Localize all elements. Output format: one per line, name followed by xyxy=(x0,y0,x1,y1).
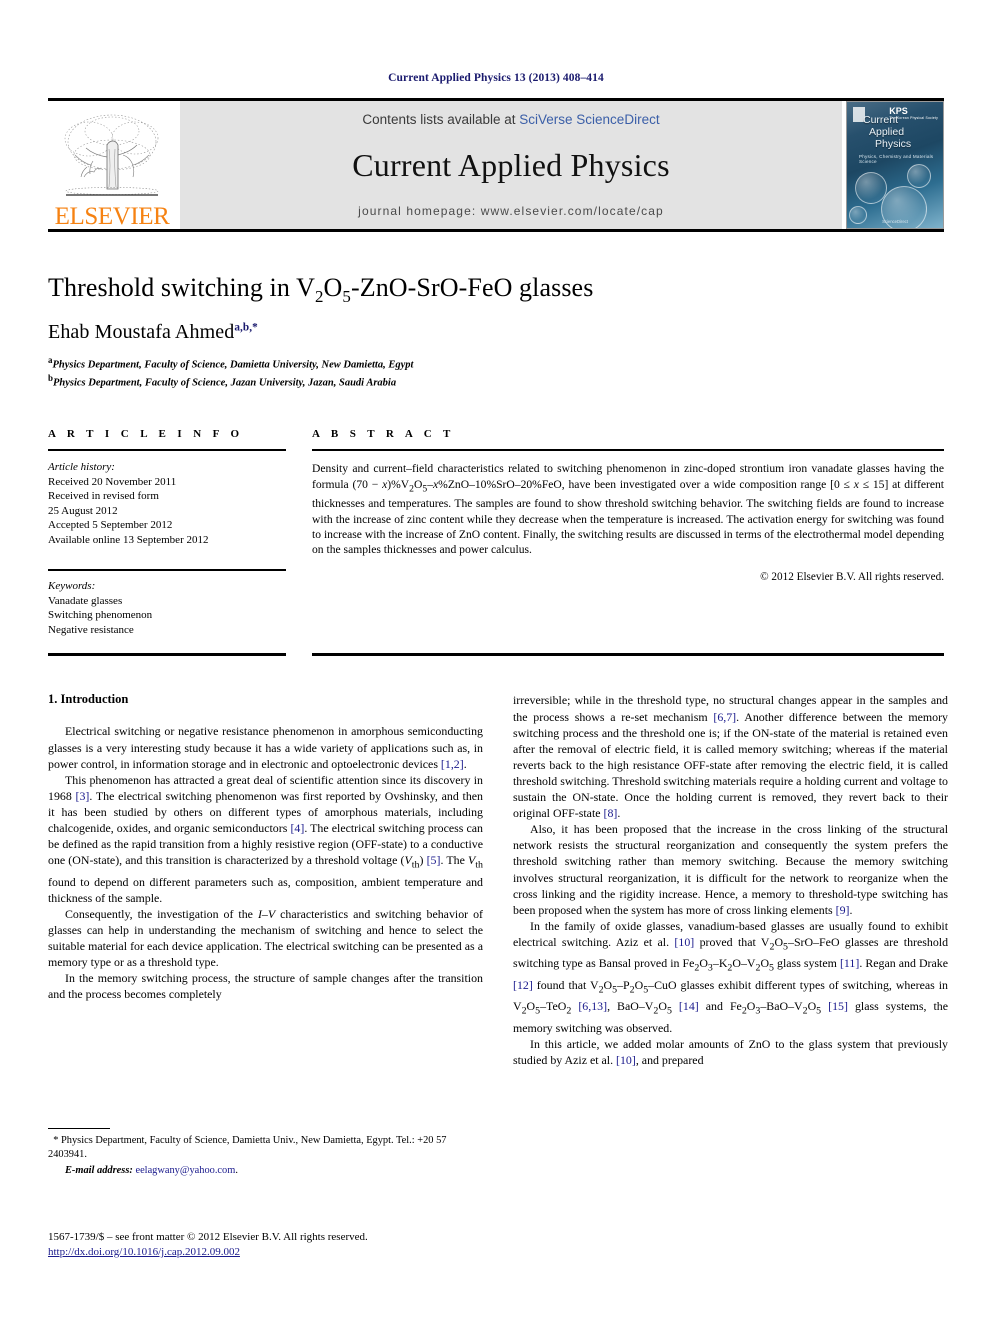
history-item: Received in revised form xyxy=(48,490,159,503)
keyword-item: Vanadate glasses xyxy=(48,594,123,607)
divider-right xyxy=(312,653,944,657)
citation-ref[interactable]: [6,13] xyxy=(578,999,607,1013)
paper-page: Current Applied Physics 13 (2013) 408–41… xyxy=(0,0,992,1323)
email-address-link[interactable]: eelagwany@yahoo.com xyxy=(135,1165,235,1176)
history-item: Accepted 5 September 2012 xyxy=(48,519,173,532)
article-info-column: A R T I C L E I N F O Article history: R… xyxy=(48,428,286,637)
elsevier-wordmark: ELSEVIER xyxy=(54,203,170,230)
footnote-text: * Physics Department, Faculty of Science… xyxy=(48,1135,447,1160)
keywords-label: Keywords: xyxy=(48,580,96,593)
citation-ref[interactable]: [10] xyxy=(616,1053,636,1067)
history-item: Received 20 November 2011 xyxy=(48,475,177,488)
cover-footer: ScienceDirect xyxy=(882,219,908,224)
corresponding-author-marker: * xyxy=(252,321,258,334)
paragraph: In this article, we added molar amounts … xyxy=(513,1036,948,1067)
elsevier-logo: ELSEVIER xyxy=(48,101,176,229)
paragraph: In the family of oxide glasses, vanadium… xyxy=(513,918,949,1035)
author-name: Ehab Moustafa Ahmed xyxy=(48,321,235,344)
article-history-label: Article history: xyxy=(48,461,115,474)
citation-ref[interactable]: [8] xyxy=(604,806,618,820)
body-columns: 1. Introduction Electrical switching or … xyxy=(48,692,948,1068)
article-info-rule xyxy=(48,449,286,452)
journal-homepage-link[interactable]: journal homepage: www.elsevier.com/locat… xyxy=(358,204,664,218)
doi-link[interactable]: http://dx.doi.org/10.1016/j.cap.2012.09.… xyxy=(48,1246,240,1258)
sciencedirect-link[interactable]: SciVerse ScienceDirect xyxy=(519,112,659,127)
history-item: 25 August 2012 xyxy=(48,504,118,517)
citation-ref[interactable]: [12] xyxy=(513,978,533,992)
body-column-right: irreversible; while in the threshold typ… xyxy=(513,692,948,1068)
keywords-rule xyxy=(48,569,286,572)
citation-ref[interactable]: [5] xyxy=(427,853,441,867)
cover-subtitle: Physics, Chemistry and Materials Science xyxy=(859,154,934,164)
footnote-rule xyxy=(48,1128,110,1129)
divider-left xyxy=(48,653,286,657)
corresponding-author-footnote: * Physics Department, Faculty of Science… xyxy=(48,1128,483,1178)
citation-ref[interactable]: [6,7] xyxy=(713,710,736,724)
citation-ref[interactable]: [10] xyxy=(674,935,694,949)
journal-masthead: ELSEVIER Contents lists available at Sci… xyxy=(48,98,944,229)
article-info-heading: A R T I C L E I N F O xyxy=(48,428,244,441)
paragraph: In the memory switching process, the str… xyxy=(48,971,483,1002)
page-title: Threshold switching in V2O5-ZnO-SrO-FeO … xyxy=(48,273,594,307)
issn-line: 1567-1739/$ – see front matter © 2012 El… xyxy=(48,1231,368,1243)
contents-prefix: Contents lists available at xyxy=(362,112,520,127)
abstract-rule xyxy=(312,449,944,452)
history-item: Available online 13 September 2012 xyxy=(48,533,209,546)
masthead-bottom-rule xyxy=(48,229,944,232)
cover-title: Current Applied Physics xyxy=(863,114,912,150)
section-divider-row xyxy=(48,653,944,657)
citation-ref[interactable]: [4] xyxy=(290,821,304,835)
info-abstract-row: A R T I C L E I N F O Article history: R… xyxy=(48,428,944,637)
paragraph: Electrical switching or negative resista… xyxy=(48,724,483,771)
affiliation-item: aPhysics Department, Faculty of Science,… xyxy=(48,355,414,371)
citation-ref[interactable]: [9] xyxy=(836,903,850,917)
elsevier-tree-icon xyxy=(64,114,159,196)
cover-bubble-icon xyxy=(907,164,931,188)
paragraph: Also, it has been proposed that the incr… xyxy=(513,822,948,917)
section-heading-introduction: 1. Introduction xyxy=(48,692,129,707)
paragraph: irreversible; while in the threshold typ… xyxy=(513,693,948,821)
citation-ref[interactable]: [3] xyxy=(76,789,90,803)
journal-title: Current Applied Physics xyxy=(352,147,670,183)
running-head: Current Applied Physics 13 (2013) 408–41… xyxy=(388,72,604,84)
citation-ref[interactable]: [15] xyxy=(828,999,848,1013)
affiliation-list: aPhysics Department, Faculty of Science,… xyxy=(48,354,944,390)
citation-ref[interactable]: [14] xyxy=(679,999,699,1013)
abstract-text: Density and current–field characteristic… xyxy=(312,462,944,557)
citation-ref[interactable]: [1,2] xyxy=(441,757,464,771)
abstract-column: A B S T R A C T Density and current–fiel… xyxy=(312,428,944,637)
journal-cover-thumbnail[interactable]: KPS The Korean Physical Society Current … xyxy=(846,101,944,229)
footnote-email-line: E-mail address: eelagwany@yahoo.com. xyxy=(65,1165,238,1177)
title-block: Threshold switching in V2O5-ZnO-SrO-FeO … xyxy=(48,272,944,390)
issn-doi-footer: 1567-1739/$ – see front matter © 2012 El… xyxy=(48,1230,508,1260)
email-address-label: E-mail address: xyxy=(65,1165,133,1177)
abstract-heading: A B S T R A C T xyxy=(312,428,455,441)
keyword-item: Negative resistance xyxy=(48,623,134,636)
paragraph: Consequently, the investigation of the I… xyxy=(48,906,483,970)
affiliation-item: bPhysics Department, Faculty of Science,… xyxy=(48,373,397,389)
contents-lists-line: Contents lists available at SciVerse Sci… xyxy=(362,112,659,127)
abstract-copyright: © 2012 Elsevier B.V. All rights reserved… xyxy=(760,570,944,583)
body-column-left: 1. Introduction Electrical switching or … xyxy=(48,692,483,1068)
journal-banner: Contents lists available at SciVerse Sci… xyxy=(180,101,842,229)
keyword-item: Switching phenomenon xyxy=(48,609,153,622)
citation-ref[interactable]: [11] xyxy=(840,956,859,970)
author-affiliation-marks: a,b,* xyxy=(234,321,258,334)
author-list: Ehab Moustafa Ahmeda,b,* xyxy=(48,321,944,344)
keywords-block: Keywords: Vanadate glasses Switching phe… xyxy=(48,569,286,637)
paragraph: This phenomenon has attracted a great de… xyxy=(48,772,483,905)
article-history: Article history: Received 20 November 20… xyxy=(48,460,286,547)
